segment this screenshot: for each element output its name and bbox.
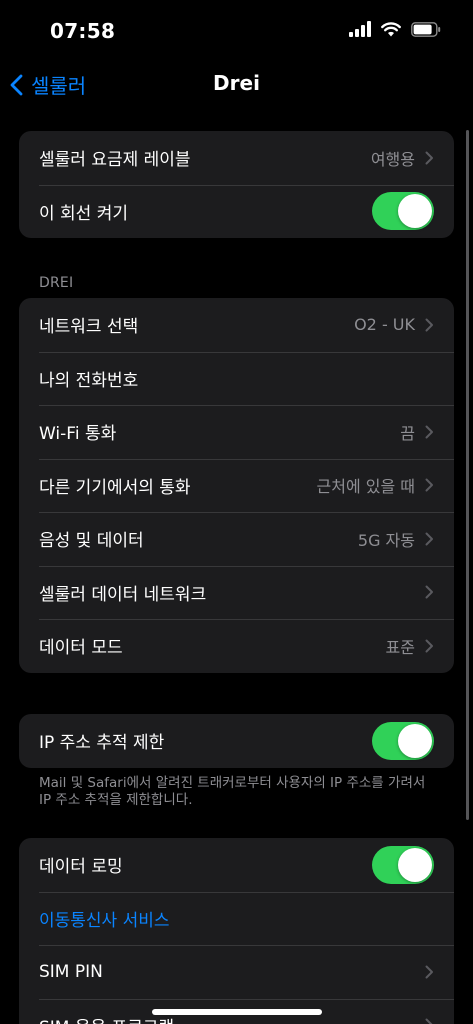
section-header-drei: DREI	[39, 275, 74, 291]
chevron-right-icon	[425, 532, 433, 546]
chevron-right-icon	[425, 151, 433, 165]
roaming-group: 데이터 로밍 이동통신사 서비스 SIM PIN SIM 응용 프로그램	[19, 838, 454, 1024]
ip-tracking-label: IP 주소 추적 제한	[39, 733, 165, 754]
ip-tracking-group: IP 주소 추적 제한	[19, 714, 454, 768]
sim-pin-row[interactable]: SIM PIN	[19, 945, 454, 999]
status-icons	[349, 21, 441, 37]
data-mode-row[interactable]: 데이터 모드 표준	[19, 619, 454, 673]
chevron-right-icon	[425, 965, 433, 979]
line-toggle-switch[interactable]	[372, 192, 434, 231]
chevron-right-icon	[425, 1018, 433, 1024]
battery-icon	[411, 21, 441, 37]
home-indicator[interactable]	[152, 1009, 322, 1015]
line-toggle-row: 이 회선 켜기	[19, 184, 454, 239]
toggle-knob	[398, 723, 432, 758]
drei-group: 네트워크 선택 O2 - UK 나의 전화번호 Wi-Fi 통화 끔 다른 기기…	[19, 298, 454, 673]
ip-tracking-footer: Mail 및 Safari에서 알려진 트래커로부터 사용자의 IP 주소를 가…	[39, 775, 426, 808]
line-toggle-label: 이 회선 켜기	[39, 203, 129, 224]
plan-label-row[interactable]: 셀룰러 요금제 레이블 여행용	[19, 131, 454, 185]
data-roaming-toggle-switch[interactable]	[372, 845, 434, 884]
my-number-row[interactable]: 나의 전화번호	[19, 351, 454, 406]
wifi-calling-value: 끔	[400, 423, 415, 443]
status-bar: 07:58	[0, 0, 473, 60]
data-roaming-row: 데이터 로밍	[19, 838, 454, 892]
plan-label: 셀룰러 요금제 레이블	[39, 150, 191, 171]
network-selection-value: O2 - UK	[354, 315, 415, 335]
data-mode-value: 표준	[385, 637, 415, 657]
toggle-knob	[398, 847, 432, 882]
data-roaming-label: 데이터 로밍	[39, 857, 123, 878]
sim-pin-label: SIM PIN	[39, 961, 103, 982]
ip-tracking-toggle-switch[interactable]	[372, 721, 434, 760]
cellular-data-network-row[interactable]: 셀룰러 데이터 네트워크	[19, 565, 454, 620]
wifi-calling-row[interactable]: Wi-Fi 통화 끔	[19, 405, 454, 459]
carrier-services-link[interactable]: 이동통신사 서비스	[39, 906, 434, 931]
page-title: Drei	[213, 71, 260, 95]
chevron-right-icon	[425, 318, 433, 332]
my-number-label: 나의 전화번호	[39, 370, 139, 391]
voice-data-label: 음성 및 데이터	[39, 531, 144, 552]
data-mode-label: 데이터 모드	[39, 638, 123, 659]
network-selection-label: 네트워크 선택	[39, 317, 139, 338]
toggle-knob	[398, 194, 432, 229]
voice-data-row[interactable]: 음성 및 데이터 5G 자동	[19, 512, 454, 566]
chevron-right-icon	[425, 478, 433, 492]
wifi-calling-label: Wi-Fi 통화	[39, 424, 117, 445]
chevron-right-icon	[425, 585, 433, 599]
network-selection-row[interactable]: 네트워크 선택 O2 - UK	[19, 298, 454, 352]
chevron-right-icon	[425, 425, 433, 439]
other-devices-calling-row[interactable]: 다른 기기에서의 통화 근처에 있을 때	[19, 458, 454, 513]
navigation-bar: 셀룰러 Drei	[0, 60, 473, 110]
other-devices-calling-value: 근처에 있을 때	[316, 477, 416, 497]
wifi-icon	[381, 21, 401, 36]
status-time: 07:58	[50, 19, 116, 43]
plan-value: 여행용	[370, 149, 415, 169]
cellular-signal-icon	[349, 21, 371, 37]
chevron-right-icon	[425, 639, 433, 653]
plan-group: 셀룰러 요금제 레이블 여행용 이 회선 켜기	[19, 131, 454, 238]
carrier-services-row[interactable]: 이동통신사 서비스	[19, 891, 454, 946]
other-devices-calling-label: 다른 기기에서의 통화	[39, 477, 191, 498]
scroll-indicator[interactable]	[466, 130, 469, 820]
voice-data-value: 5G 자동	[357, 530, 415, 550]
ip-tracking-row: IP 주소 추적 제한	[19, 714, 454, 768]
cellular-data-network-label: 셀룰러 데이터 네트워크	[39, 584, 207, 605]
